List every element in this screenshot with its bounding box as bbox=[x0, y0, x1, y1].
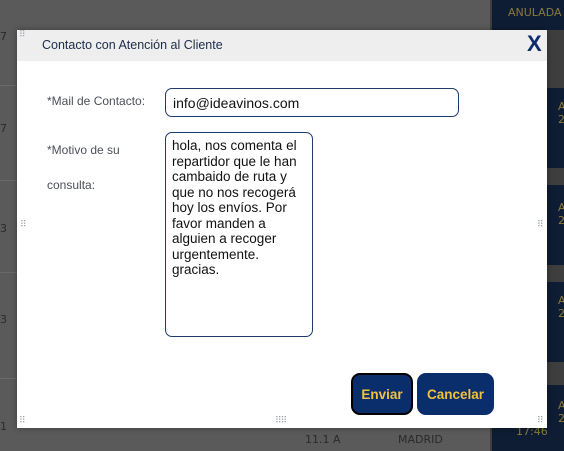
resize-grip-icon[interactable]: ⠿ bbox=[537, 221, 544, 230]
motivo-label: *Motivo de su bbox=[47, 143, 120, 157]
resize-grip-icon[interactable]: ⠿ bbox=[537, 417, 544, 426]
background-row-number: 1 bbox=[0, 420, 7, 433]
background-cell: 11.1 A bbox=[305, 433, 341, 446]
background-row-number: 3 bbox=[0, 313, 7, 326]
resize-grip-icon[interactable]: ⠿ bbox=[19, 31, 26, 40]
email-field[interactable] bbox=[165, 88, 459, 117]
dialog-title: Contacto con Atención al Cliente bbox=[42, 38, 223, 52]
resize-grip-icon[interactable]: ⠿ bbox=[20, 221, 27, 230]
resize-grip-icon[interactable]: ⠿⠿ bbox=[275, 417, 287, 426]
motivo-label: consulta: bbox=[47, 178, 96, 192]
background-row-number: 3 bbox=[0, 222, 7, 235]
message-textarea[interactable]: hola, nos comenta el repartidor que le h… bbox=[165, 132, 313, 337]
background-status-text: ANULADA bbox=[508, 6, 562, 19]
dialog-header[interactable]: Contacto con Atención al Cliente X bbox=[17, 30, 547, 61]
cancel-button[interactable]: Cancelar bbox=[417, 373, 494, 415]
background-row-number: 7 bbox=[0, 30, 7, 43]
background-cell: MADRID bbox=[398, 433, 443, 446]
send-button[interactable]: Enviar bbox=[351, 373, 413, 415]
resize-grip-icon[interactable]: ⠿ bbox=[19, 417, 26, 426]
close-icon[interactable]: X bbox=[527, 32, 542, 56]
background-status-badge: ANULADA bbox=[492, 0, 564, 30]
email-label: *Mail de Contacto: bbox=[47, 94, 146, 108]
background-row-number: 7 bbox=[0, 122, 7, 135]
contact-dialog: Contacto con Atención al Cliente X ⠿ ⠿ ⠿… bbox=[17, 30, 547, 428]
